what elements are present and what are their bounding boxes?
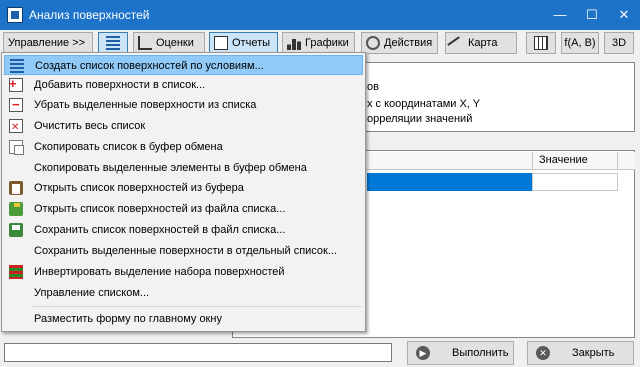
charts-button[interactable]: Графики — [282, 32, 355, 54]
menu-item-save-to-file[interactable]: Сохранить список поверхностей в файл спи… — [4, 220, 363, 240]
menu-item-label: Сохранить список поверхностей в файл спи… — [34, 224, 286, 236]
menu-item-create-list[interactable]: Создать список поверхностей по условиям.… — [4, 55, 363, 75]
menu-item-invert-selection[interactable]: Инвертировать выделение набора поверхнос… — [4, 262, 363, 282]
menu-item-label: Открыть список поверхностей из файла спи… — [34, 203, 286, 215]
3d-label: 3D — [611, 37, 627, 49]
list-icon — [106, 36, 120, 50]
add-to-list-icon — [9, 74, 23, 94]
menu-item-add-surfaces[interactable]: Добавить поверхности в список... — [4, 74, 363, 95]
menu-item-label: Скопировать список в буфер обмена — [34, 141, 223, 153]
run-label: Выполнить — [452, 347, 509, 359]
map-icon — [447, 36, 467, 56]
clipboard-icon — [9, 181, 23, 195]
menu-separator — [32, 306, 362, 307]
menu-item-label: Скопировать выделенные элементы в буфер … — [34, 162, 307, 174]
menu-item-label: Очистить весь список — [34, 120, 146, 132]
manage-button[interactable]: Управление >> — [3, 32, 93, 54]
menu-item-label: Открыть список поверхностей из буфера — [34, 182, 244, 194]
copy-icon — [9, 140, 24, 155]
menu-item-arrange-form[interactable]: Разместить форму по главному окну — [4, 309, 363, 329]
menu-item-label: Разместить форму по главному окну — [34, 313, 222, 325]
reports-label: Отчеты — [232, 37, 271, 49]
menu-item-save-selected[interactable]: Сохранить выделенные поверхности в отдел… — [4, 241, 363, 261]
close-button[interactable]: ✕ Закрыть — [527, 341, 634, 365]
grid-value-cell[interactable] — [532, 173, 618, 191]
grades-button[interactable]: Оценки — [133, 32, 205, 54]
invert-selection-icon — [9, 265, 23, 279]
reports-icon — [214, 36, 228, 50]
status-field[interactable] — [4, 343, 392, 362]
save-file-icon — [9, 223, 23, 237]
grid-selected-cell[interactable] — [367, 173, 532, 191]
list-conditions-icon — [10, 59, 24, 73]
run-button[interactable]: ▶ Выполнить — [407, 341, 514, 365]
grid-header: Значение — [367, 152, 635, 170]
close-window-button[interactable]: ✕ — [608, 0, 640, 30]
info-line-2: х с координатами X, Y — [367, 98, 481, 110]
open-file-icon — [9, 202, 23, 216]
calculator-icon — [534, 36, 548, 50]
menu-item-remove-selected[interactable]: Убрать выделенные поверхности из списка — [4, 95, 363, 115]
menu-item-open-from-file[interactable]: Открыть список поверхностей из файла спи… — [4, 199, 363, 219]
maximize-button[interactable]: ☐ — [576, 0, 608, 30]
map-button[interactable]: Карта — [445, 32, 517, 56]
chart-icon — [287, 36, 301, 50]
minimize-button[interactable]: — — [544, 0, 576, 30]
reports-button[interactable]: Отчеты — [209, 32, 278, 54]
app-icon — [7, 7, 23, 23]
close-label: Закрыть — [572, 347, 615, 359]
menu-item-open-from-clipboard[interactable]: Открыть список поверхностей из буфера — [4, 178, 363, 198]
value-column-header[interactable]: Значение — [532, 152, 618, 170]
list-context-menu: Создать список поверхностей по условиям.… — [1, 52, 366, 332]
close-icon: ✕ — [536, 346, 550, 360]
actions-button[interactable]: Действия — [361, 32, 438, 54]
menu-item-manage-list[interactable]: Управление списком... — [4, 283, 363, 303]
clear-list-icon — [9, 118, 23, 138]
actions-label: Действия — [384, 37, 433, 49]
charts-label: Графики — [305, 37, 349, 49]
list-button[interactable] — [98, 32, 128, 54]
manage-label: Управление >> — [8, 37, 86, 49]
function-button[interactable]: f(A, B) — [561, 32, 599, 54]
window-title: Анализ поверхностей — [29, 8, 150, 22]
menu-item-label: Инвертировать выделение набора поверхнос… — [34, 266, 285, 278]
menu-item-copy-selected[interactable]: Скопировать выделенные элементы в буфер … — [4, 158, 363, 178]
title-bar: Анализ поверхностей — ☐ ✕ — [0, 0, 640, 30]
function-label: f(A, B) — [564, 37, 596, 49]
gear-icon — [366, 36, 380, 50]
remove-from-list-icon — [9, 95, 23, 115]
info-line-3: орреляции значений — [367, 113, 473, 125]
grades-icon — [138, 36, 152, 50]
map-label: Карта — [468, 37, 498, 49]
calculator-button[interactable] — [526, 32, 556, 54]
menu-item-label: Управление списком... — [34, 287, 150, 299]
menu-item-label: Добавить поверхности в список... — [34, 79, 206, 91]
menu-item-clear-list[interactable]: Очистить весь список — [4, 116, 363, 138]
3d-button[interactable]: 3D — [604, 32, 634, 54]
menu-item-label: Сохранить выделенные поверхности в отдел… — [34, 245, 338, 257]
play-icon: ▶ — [416, 346, 430, 360]
menu-item-copy-list[interactable]: Скопировать список в буфер обмена — [4, 137, 363, 157]
info-line-1: ов — [367, 81, 379, 93]
menu-item-label: Убрать выделенные поверхности из списка — [34, 99, 257, 111]
menu-item-label: Создать список поверхностей по условиям.… — [35, 60, 264, 72]
grades-label: Оценки — [156, 37, 194, 49]
